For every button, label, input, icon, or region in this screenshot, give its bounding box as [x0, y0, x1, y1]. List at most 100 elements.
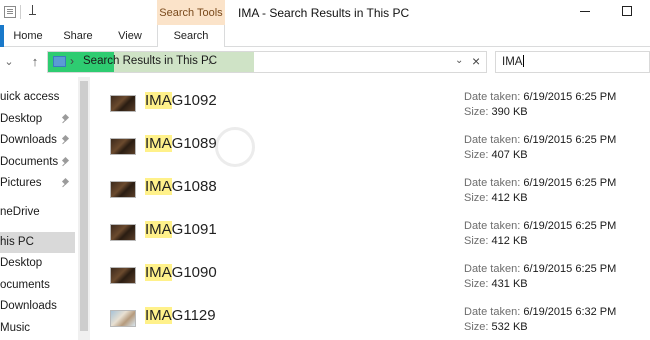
nav-item-label: Desktop	[0, 257, 43, 269]
properties-icon[interactable]	[4, 6, 16, 18]
search-highlight: IMA	[145, 307, 172, 324]
list-item[interactable]: IMAG1092 Date taken: 6/19/2015 6:25 PM S…	[90, 82, 650, 124]
breadcrumb-chevron-icon[interactable]: ›	[70, 54, 74, 68]
tab-search[interactable]: Search	[157, 25, 225, 48]
date-label: Date taken:	[464, 91, 521, 103]
date-value: 6/19/2015 6:25 PM	[523, 220, 617, 232]
stop-search-icon[interactable]: ×	[472, 53, 480, 69]
file-name-rest: G1091	[171, 221, 217, 238]
search-highlight: IMA	[145, 264, 172, 281]
nav-item-onedrive[interactable]: neDrive	[0, 202, 75, 223]
date-value: 6/19/2015 6:25 PM	[523, 134, 617, 146]
size-label: Size:	[464, 235, 489, 247]
date-value: 6/19/2015 6:25 PM	[523, 91, 617, 103]
search-results-folder-icon	[53, 56, 66, 67]
address-bar[interactable]: › Search Results in This PC › ⌄ ×	[47, 51, 487, 73]
maximize-icon[interactable]	[622, 6, 632, 16]
file-name-rest: G1089	[171, 135, 217, 152]
list-item[interactable]: IMAG1090 Date taken: 6/19/2015 6:25 PM S…	[90, 254, 650, 296]
pin-icon	[62, 136, 70, 145]
size-value: 412 KB	[491, 192, 528, 204]
pin-icon	[62, 179, 70, 188]
tab-view[interactable]: View	[110, 25, 150, 47]
search-highlight: IMA	[145, 221, 172, 238]
file-name: IMAG1092	[145, 92, 217, 109]
nav-item-label: his PC	[0, 236, 34, 248]
nav-item-documents[interactable]: Documents	[0, 152, 75, 173]
search-tools-context-tab: Search Tools	[157, 0, 225, 25]
file-size: Size: 412 KB	[464, 235, 528, 247]
file-name-rest: G1129	[171, 307, 216, 324]
nav-item-desktop[interactable]: Desktop	[0, 253, 75, 274]
nav-item-label: Downloads	[0, 300, 57, 312]
file-name: IMAG1090	[145, 264, 217, 281]
toolbar-separator	[20, 5, 21, 19]
nav-item-downloads[interactable]: Downloads	[0, 296, 75, 317]
search-results-list: IMAG1092 Date taken: 6/19/2015 6:25 PM S…	[90, 77, 650, 340]
file-name: IMAG1089	[145, 135, 217, 152]
nav-item-label: uick access	[0, 91, 60, 103]
file-name-rest: G1092	[171, 92, 217, 109]
date-taken: Date taken: 6/19/2015 6:25 PM	[464, 263, 616, 275]
list-item[interactable]: IMAG1088 Date taken: 6/19/2015 6:25 PM S…	[90, 168, 650, 210]
nav-item-documents[interactable]: ocuments	[0, 275, 75, 296]
date-label: Date taken:	[464, 220, 521, 232]
nav-item-label: neDrive	[0, 206, 40, 218]
size-label: Size:	[464, 321, 489, 333]
size-label: Size:	[464, 192, 489, 204]
date-taken: Date taken: 6/19/2015 6:32 PM	[464, 306, 616, 318]
nav-item-label: Music	[0, 322, 31, 334]
address-row: ⌄ ↑ › Search Results in This PC › ⌄ × IM…	[0, 47, 650, 77]
window-title: IMA - Search Results in This PC	[238, 6, 410, 20]
image-thumbnail	[110, 181, 136, 198]
file-name: IMAG1129	[145, 307, 216, 324]
customize-toolbar-icon[interactable]	[28, 4, 38, 18]
pin-icon	[62, 115, 70, 124]
image-thumbnail	[110, 138, 136, 155]
date-taken: Date taken: 6/19/2015 6:25 PM	[464, 134, 616, 146]
image-thumbnail	[110, 95, 136, 112]
breadcrumb-path[interactable]: Search Results in This PC	[83, 55, 217, 67]
nav-item-pictures[interactable]: Pictures	[0, 173, 75, 194]
nav-item-label: Downloads	[0, 134, 57, 146]
tab-home[interactable]: Home	[8, 25, 48, 47]
breadcrumb-chevron-icon[interactable]: ›	[208, 54, 212, 68]
nav-item-label: Documents	[0, 156, 59, 168]
list-item[interactable]: IMAG1091 Date taken: 6/19/2015 6:25 PM S…	[90, 211, 650, 253]
navigation-pane: uick access Desktop Downloads Documents …	[0, 77, 90, 340]
tab-share[interactable]: Share	[58, 25, 98, 47]
size-value: 390 KB	[491, 106, 528, 118]
file-tab[interactable]	[0, 25, 4, 47]
up-arrow-icon[interactable]: ↑	[28, 55, 42, 69]
nav-item-quick-access[interactable]: uick access	[0, 87, 75, 108]
date-taken: Date taken: 6/19/2015 6:25 PM	[464, 220, 616, 232]
file-size: Size: 532 KB	[464, 321, 528, 333]
ribbon-tabs: Home Share View Search	[0, 25, 650, 48]
search-highlight: IMA	[145, 135, 172, 152]
size-label: Size:	[464, 149, 489, 161]
date-label: Date taken:	[464, 306, 521, 318]
search-highlight: IMA	[145, 92, 172, 109]
search-highlight: IMA	[145, 178, 172, 195]
file-name: IMAG1091	[145, 221, 217, 238]
file-size: Size: 407 KB	[464, 149, 528, 161]
date-label: Date taken:	[464, 263, 521, 275]
nav-item-downloads[interactable]: Downloads	[0, 130, 75, 151]
recent-locations-icon[interactable]: ⌄	[2, 55, 16, 69]
date-taken: Date taken: 6/19/2015 6:25 PM	[464, 177, 616, 189]
nav-item-this-pc[interactable]: his PC	[0, 232, 75, 253]
nav-scrollbar-thumb[interactable]	[80, 81, 88, 331]
nav-item-desktop[interactable]: Desktop	[0, 109, 75, 130]
search-input[interactable]: IMA	[495, 51, 650, 73]
address-dropdown-icon[interactable]: ⌄	[455, 55, 463, 66]
minimize-icon[interactable]	[580, 11, 590, 12]
image-thumbnail	[110, 267, 136, 284]
date-label: Date taken:	[464, 134, 521, 146]
text-caret	[523, 55, 525, 67]
list-item[interactable]: IMAG1089 Date taken: 6/19/2015 6:25 PM S…	[90, 125, 650, 167]
search-input-value: IMA	[502, 56, 523, 68]
nav-item-music[interactable]: Music	[0, 318, 75, 339]
list-item[interactable]: IMAG1129 Date taken: 6/19/2015 6:32 PM S…	[90, 297, 650, 339]
file-name: IMAG1088	[145, 178, 217, 195]
nav-item-label: Desktop	[0, 113, 43, 125]
